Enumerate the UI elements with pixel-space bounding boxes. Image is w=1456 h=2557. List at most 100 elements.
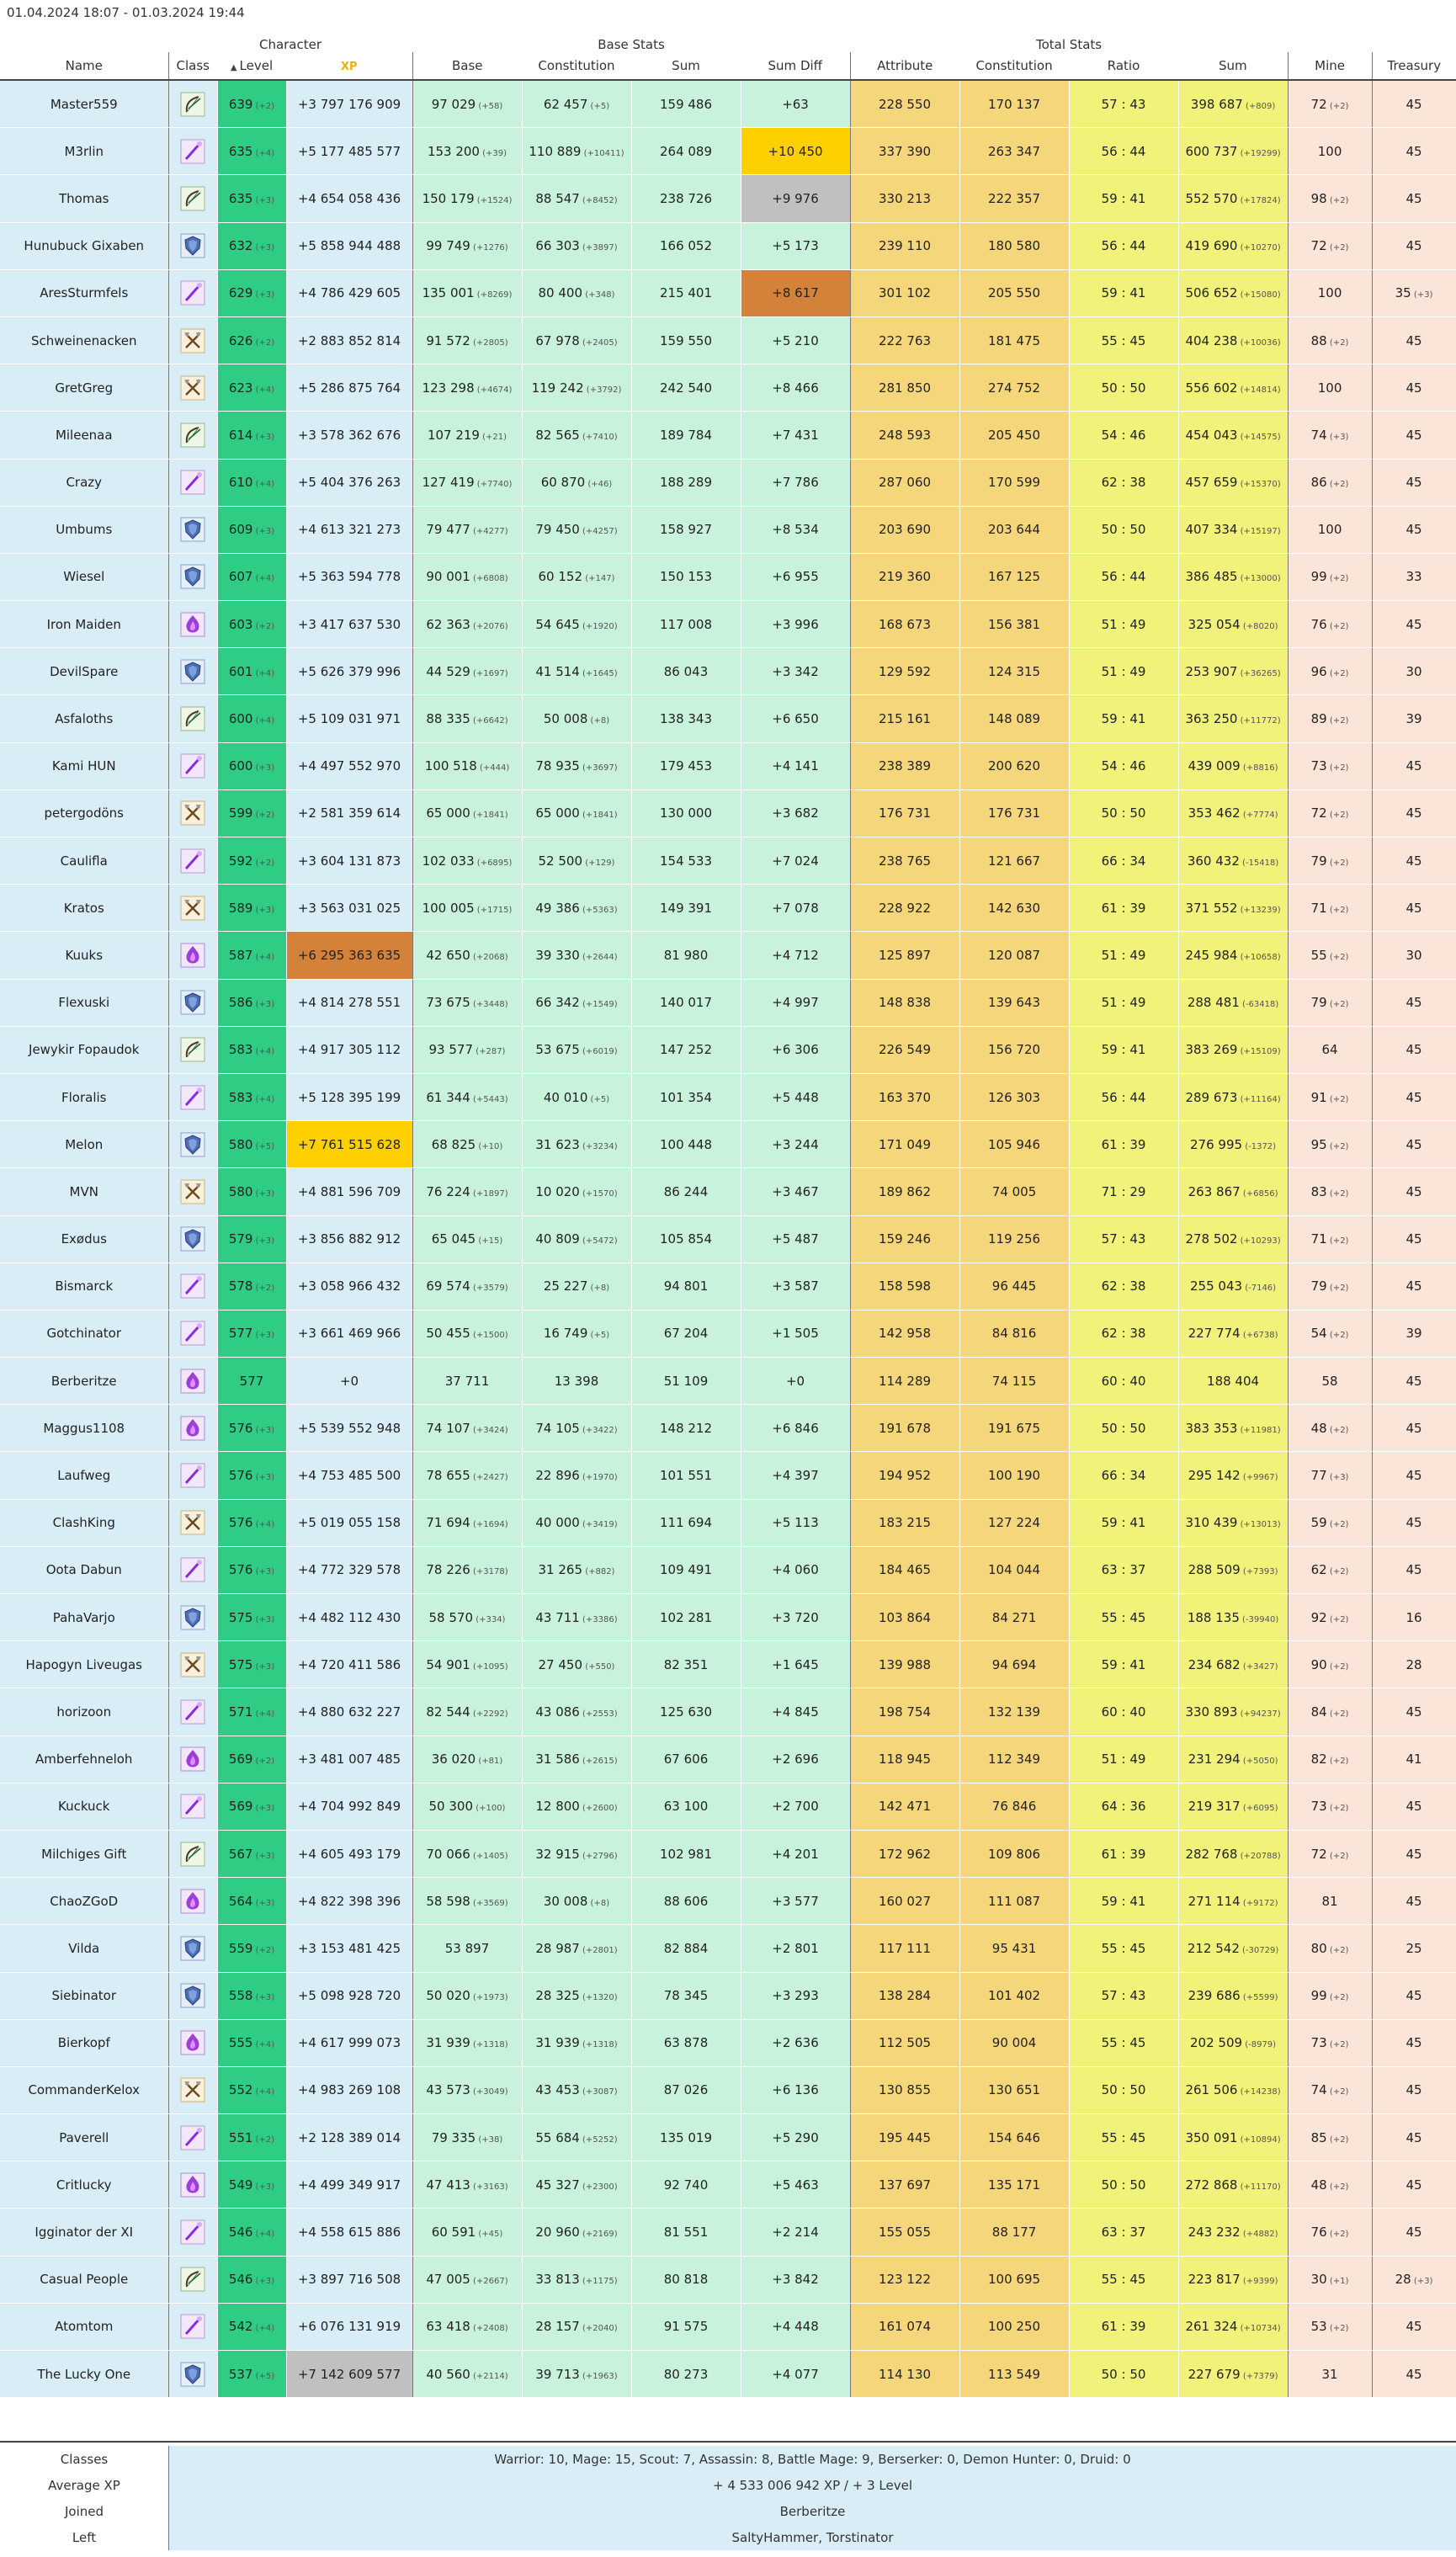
table-row[interactable]: Schweinenacken 626 (+2) +2 883 852 814 91 5…: [0, 316, 1456, 365]
table-row[interactable]: Hapogyn Liveugas 575 (+3) +4 720 411 586 54…: [0, 1640, 1456, 1689]
table-row[interactable]: AresSturmfels 629 (+3) +4 786 429 605 135 0…: [0, 269, 1456, 317]
attribute: 189 862: [850, 1167, 960, 1216]
constitution-gain: (+8): [587, 1284, 610, 1294]
player-name-value: ChaoZGoD: [50, 1893, 119, 1909]
table-row[interactable]: DevilSpare 601 (+4) +5 626 379 996 44 529 (…: [0, 647, 1456, 696]
col-xp[interactable]: XP: [286, 52, 413, 81]
col-treasury[interactable]: Treasury: [1372, 52, 1456, 81]
table-row[interactable]: Jewykir Fopaudok 583 (+4) +4 917 305 112 93…: [0, 1026, 1456, 1074]
table-row[interactable]: Thomas 635 (+3) +4 654 058 436 150 179 (+15…: [0, 174, 1456, 223]
table-row[interactable]: Casual People 546 (+3) +3 897 716 508 47 00…: [0, 2256, 1456, 2304]
total-sum-value: 212 542: [1187, 1940, 1240, 1956]
table-row[interactable]: PahaVarjo 575 (+3) +4 482 112 430 58 570 (+…: [0, 1593, 1456, 1642]
total-sum: 282 768 (+20788): [1178, 1830, 1289, 1879]
level-gain: (+3): [252, 1567, 275, 1577]
table-row[interactable]: The Lucky One 537 (+5) +7 142 609 577 40 56…: [0, 2350, 1456, 2399]
table-row[interactable]: Mileenaa 614 (+3) +3 578 362 676 107 219 (+…: [0, 411, 1456, 460]
col-constitution[interactable]: Constitution: [522, 52, 631, 81]
player-name: Mileenaa: [0, 411, 169, 460]
level: 549 (+3): [217, 2161, 287, 2209]
xp-value: +4 497 552 970: [297, 758, 401, 774]
col-name[interactable]: Name: [0, 52, 169, 81]
table-row[interactable]: Bismarck 578 (+2) +3 058 966 432 69 574 (+3…: [0, 1263, 1456, 1310]
player-name: Bierkopf: [0, 2019, 169, 2067]
total-sum-value: 353 462: [1188, 805, 1241, 821]
table-row[interactable]: Iron Maiden 603 (+2) +3 417 637 530 62 363 …: [0, 600, 1456, 649]
col-base[interactable]: Base: [412, 52, 522, 81]
col-attribute[interactable]: Attribute: [850, 52, 960, 81]
total-constitution-value: 112 349: [988, 1752, 1041, 1768]
col-sum-diff[interactable]: Sum Diff: [741, 52, 851, 81]
table-row[interactable]: Atomtom 542 (+4) +6 076 131 919 63 418 (+24…: [0, 2303, 1456, 2352]
table-row[interactable]: Floralis 583 (+4) +5 128 395 199 61 344 (+5…: [0, 1073, 1456, 1122]
xp: +6 076 131 919: [286, 2303, 413, 2352]
sum-value: 179 453: [659, 758, 713, 774]
table-row[interactable]: Berberitze 577 +0 37 711 13 398 51 109 +0 114 2…: [0, 1357, 1456, 1406]
level: 586 (+3): [217, 979, 287, 1027]
table-row[interactable]: petergodöns 599 (+2) +2 581 359 614 65 000 …: [0, 789, 1456, 838]
sum: 149 391: [631, 884, 741, 933]
shield-icon: [180, 1605, 205, 1630]
table-row[interactable]: MVN 580 (+3) +4 881 596 709 76 224 (+1897) 1…: [0, 1167, 1456, 1216]
table-row[interactable]: Kratos 589 (+3) +3 563 031 025 100 005 (+17…: [0, 884, 1456, 933]
table-row[interactable]: horizoon 571 (+4) +4 880 632 227 82 544 (+2…: [0, 1688, 1456, 1736]
table-row[interactable]: Vilda 559 (+2) +3 153 481 425 53 897 28 987 …: [0, 1924, 1456, 1973]
table-row[interactable]: Gotchinator 577 (+3) +3 661 469 966 50 455 …: [0, 1310, 1456, 1358]
col-level[interactable]: ▲ Level: [217, 52, 286, 81]
constitution: 43 453 (+3087): [522, 2066, 632, 2115]
ratio-value: 50 : 50: [1101, 2177, 1146, 2193]
xp-value: +3 797 176 909: [297, 96, 401, 112]
attribute-value: 163 370: [879, 1089, 932, 1105]
attribute-value: 138 284: [879, 1988, 932, 2004]
table-row[interactable]: Kuckuck 569 (+3) +4 704 992 849 50 300 (+10…: [0, 1783, 1456, 1831]
col-sum[interactable]: Sum: [631, 52, 741, 81]
table-row[interactable]: Crazy 610 (+4) +5 404 376 263 127 419 (+774…: [0, 459, 1456, 507]
treasury-value: 35: [1395, 285, 1411, 301]
attribute: 159 246: [850, 1215, 960, 1263]
table-row[interactable]: Oota Dabun 576 (+3) +4 772 329 578 78 226 (…: [0, 1546, 1456, 1595]
table-row[interactable]: GretGreg 623 (+4) +5 286 875 764 123 298 (+…: [0, 364, 1456, 412]
table-row[interactable]: Flexuski 586 (+3) +4 814 278 551 73 675 (+3…: [0, 979, 1456, 1027]
table-row[interactable]: Laufweg 576 (+3) +4 753 485 500 78 655 (+24…: [0, 1451, 1456, 1500]
table-row[interactable]: Hunubuck Gixaben 632 (+3) +5 858 944 488 99…: [0, 222, 1456, 270]
table-row[interactable]: Siebinator 558 (+3) +5 098 928 720 50 020 (…: [0, 1972, 1456, 2020]
col-total-constitution[interactable]: Constitution: [959, 52, 1070, 81]
table-row[interactable]: Exødus 579 (+3) +3 856 882 912 65 045 (+15)…: [0, 1215, 1456, 1263]
mine-gain: (+2): [1326, 1141, 1349, 1151]
table-row[interactable]: Melon 580 (+5) +7 761 515 628 68 825 (+10) 3…: [0, 1120, 1456, 1169]
table-row[interactable]: CommanderKelox 552 (+4) +4 983 269 108 43 5…: [0, 2066, 1456, 2115]
treasury-value: 45: [1406, 1183, 1422, 1199]
table-row[interactable]: ChaoZGoD 564 (+3) +4 822 398 396 58 598 (+3…: [0, 1877, 1456, 1926]
total-sum-value: 457 659: [1185, 475, 1238, 491]
table-row[interactable]: M3rlin 635 (+4) +5 177 485 577 153 200 (+39…: [0, 127, 1456, 176]
table-row[interactable]: Maggus1108 576 (+3) +5 539 552 948 74 107 (…: [0, 1404, 1456, 1453]
col-mine[interactable]: Mine: [1288, 52, 1373, 81]
table-row[interactable]: Igginator der XI 546 (+4) +4 558 615 886 60…: [0, 2208, 1456, 2257]
table-row[interactable]: Umbums 609 (+3) +4 613 321 273 79 477 (+427…: [0, 506, 1456, 554]
table-row[interactable]: ClashKing 576 (+4) +5 019 055 158 71 694 (+…: [0, 1499, 1456, 1547]
mine-value: 81: [1321, 1893, 1338, 1909]
ratio-value: 62 : 38: [1101, 475, 1146, 491]
base: 82 544 (+2292): [412, 1688, 523, 1736]
col-total-sum[interactable]: Sum: [1178, 52, 1289, 81]
table-row[interactable]: Kami HUN 600 (+3) +4 497 552 970 100 518 (+…: [0, 742, 1456, 790]
constitution-gain: (+3419): [579, 1520, 618, 1530]
staff-icon: [180, 848, 205, 874]
player-name: ChaoZGoD: [0, 1877, 169, 1926]
constitution: 33 813 (+1175): [522, 2256, 632, 2304]
table-row[interactable]: Critlucky 549 (+3) +4 499 349 917 47 413 (+…: [0, 2161, 1456, 2209]
level-gain: (+3): [252, 2277, 275, 2287]
col-ratio[interactable]: Ratio: [1069, 52, 1179, 81]
sum: 82 351: [631, 1640, 741, 1689]
table-row[interactable]: Asfaloths 600 (+4) +5 109 031 971 88 335 (+…: [0, 694, 1456, 743]
table-row[interactable]: Bierkopf 555 (+4) +4 617 999 073 31 939 (+1…: [0, 2019, 1456, 2067]
ratio: 55 : 45: [1069, 2113, 1179, 2162]
table-row[interactable]: Master559 639 (+2) +3 797 176 909 97 029 (+…: [0, 80, 1456, 129]
col-class[interactable]: Class: [168, 52, 217, 81]
table-row[interactable]: Amberfehneloh 569 (+2) +3 481 007 485 36 02…: [0, 1736, 1456, 1784]
table-row[interactable]: Caulifla 592 (+2) +3 604 131 873 102 033 (+…: [0, 837, 1456, 885]
table-row[interactable]: Paverell 551 (+2) +2 128 389 014 79 335 (+3…: [0, 2113, 1456, 2162]
table-row[interactable]: Wiesel 607 (+4) +5 363 594 778 90 001 (+680…: [0, 553, 1456, 602]
table-row[interactable]: Milchiges Gift 567 (+3) +4 605 493 179 70 0…: [0, 1830, 1456, 1879]
table-row[interactable]: Kuuks 587 (+4) +6 295 363 635 42 650 (+2068…: [0, 931, 1456, 980]
